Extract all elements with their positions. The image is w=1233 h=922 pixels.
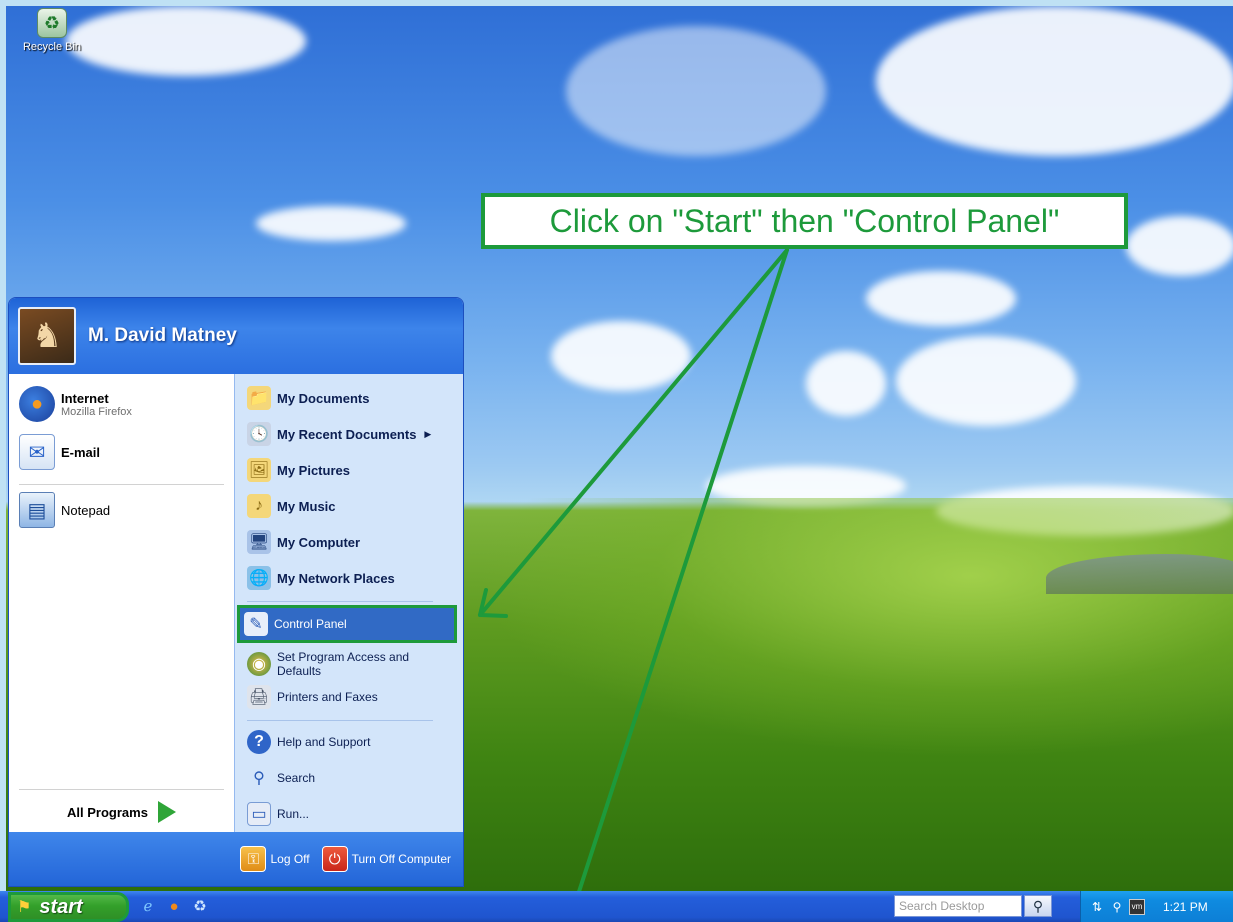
menu-item-notepad[interactable]: ▤ Notepad (19, 490, 110, 530)
recent-documents-icon: 🕓 (247, 422, 271, 446)
menu-item-internet[interactable]: ● Internet Mozilla Firefox (19, 384, 132, 424)
menu-item-my-documents[interactable]: 📁 My Documents (243, 382, 457, 414)
control-panel-icon: ✎ (244, 612, 268, 636)
menu-divider (247, 720, 433, 721)
start-menu: ♞ M. David Matney ● Internet Mozilla Fir… (8, 297, 464, 887)
folder-documents-icon: 📁 (247, 386, 271, 410)
cloud (256, 206, 406, 241)
cloud (896, 336, 1076, 426)
network-icon: 🌐 (247, 566, 271, 590)
menu-item-my-recent-documents-label: My Recent Documents (277, 426, 417, 442)
start-menu-left-pane: ● Internet Mozilla Firefox ✉ E-mail ▤ No… (9, 374, 234, 834)
windows-flag-icon: ⚑ (17, 899, 32, 916)
menu-item-search[interactable]: ⚲ Search (243, 762, 457, 794)
cloud (566, 26, 826, 156)
menu-divider (19, 484, 224, 485)
hill-highlight (476, 498, 1233, 758)
folder-music-icon: ♪ (247, 494, 271, 518)
power-icon: ⏻ (321, 846, 348, 872)
menu-item-set-program-access[interactable]: ◉ Set Program Access and Defaults (243, 646, 457, 682)
menu-item-my-computer[interactable]: 🖥 My Computer (243, 526, 457, 558)
menu-item-my-network-places[interactable]: 🌐 My Network Places (243, 562, 457, 594)
menu-item-help-and-support-label: Help and Support (277, 735, 371, 749)
menu-item-search-label: Search (277, 771, 316, 785)
menu-item-notepad-label: Notepad (61, 502, 111, 518)
log-off-button[interactable]: ⚿ Log Off (240, 846, 310, 872)
cloud (1126, 216, 1233, 276)
menu-item-printers-and-faxes[interactable]: 🖨 Printers and Faxes (243, 681, 457, 713)
user-name: M. David Matney (88, 325, 237, 346)
menu-item-my-pictures-label: My Pictures (277, 462, 350, 478)
cloud (551, 321, 691, 391)
instruction-text: Click on "Start" then "Control Panel" (549, 202, 1060, 239)
menu-item-my-recent-documents[interactable]: 🕓 My Recent Documents ▶ (243, 418, 457, 450)
menu-item-my-pictures[interactable]: 🖼 My Pictures (243, 454, 457, 486)
taskbar: ⚑ start ℯ ● ♻ Search Desktop ⚲ ⇅ ⚲ vm 1:… (0, 891, 1233, 922)
firefox-icon: ● (19, 386, 55, 422)
recycle-icon[interactable]: ♻ (190, 896, 210, 916)
run-icon: ▭ (247, 802, 271, 826)
instruction-callout: Click on "Start" then "Control Panel" (481, 193, 1128, 249)
recycle-bin-icon: ♻ (37, 8, 67, 38)
cloud (866, 271, 1016, 326)
menu-item-set-program-access-label: Set Program Access and Defaults (277, 650, 410, 678)
menu-item-internet-label: Internet (61, 390, 109, 406)
clock[interactable]: 1:21 PM (1163, 900, 1208, 914)
help-icon: ? (247, 730, 271, 754)
menu-item-internet-sublabel: Mozilla Firefox (61, 405, 132, 418)
menu-item-my-music[interactable]: ♪ My Music (243, 490, 457, 522)
menu-item-control-panel-label: Control Panel (274, 617, 347, 631)
cloud (876, 6, 1233, 156)
all-programs-button[interactable]: All Programs (9, 790, 234, 834)
submenu-arrow-icon: ▶ (424, 428, 432, 439)
menu-item-control-panel[interactable]: ✎ Control Panel (237, 605, 457, 643)
search-desktop-input[interactable]: Search Desktop (894, 895, 1022, 917)
key-icon: ⚿ (240, 846, 267, 872)
computer-icon: 🖥 (247, 530, 271, 554)
recycle-bin-label: Recycle Bin (22, 41, 82, 53)
menu-divider (247, 601, 433, 602)
start-menu-right-pane: 📁 My Documents 🕓 My Recent Documents ▶ 🖼… (234, 374, 463, 834)
turn-off-label: Turn Off Computer (351, 852, 451, 866)
search-desktop-placeholder: Search Desktop (899, 899, 985, 913)
menu-item-my-music-label: My Music (277, 498, 336, 514)
search-desktop-button[interactable]: ⚲ (1024, 895, 1052, 917)
user-avatar[interactable]: ♞ (18, 307, 76, 365)
email-icon: ✉ (19, 434, 55, 470)
network-tray-icon[interactable]: ⇅ (1089, 899, 1105, 915)
menu-item-my-network-places-label: My Network Places (277, 570, 395, 586)
search-icon: ⚲ (253, 770, 265, 787)
menu-item-printers-and-faxes-label: Printers and Faxes (277, 690, 378, 704)
menu-item-email-label: E-mail (61, 444, 101, 460)
start-menu-footer: ⚿ Log Off ⏻ Turn Off Computer (9, 832, 463, 886)
search-tray-icon[interactable]: ⚲ (1109, 899, 1125, 915)
turn-off-button[interactable]: ⏻ Turn Off Computer (321, 846, 451, 872)
start-button[interactable]: ⚑ start (8, 892, 129, 922)
vmware-tray-icon[interactable]: vm (1129, 898, 1145, 915)
log-off-label: Log Off (270, 852, 310, 866)
menu-item-help-and-support[interactable]: ? Help and Support (243, 726, 457, 758)
cloud (66, 6, 306, 76)
all-programs-label: All Programs (67, 804, 148, 820)
recycle-bin[interactable]: ♻ Recycle Bin (16, 8, 88, 53)
firefox-icon[interactable]: ● (164, 896, 184, 916)
printer-icon: 🖨 (247, 685, 271, 709)
start-menu-body: ● Internet Mozilla Firefox ✉ E-mail ▤ No… (9, 374, 463, 834)
internet-explorer-icon[interactable]: ℯ (138, 896, 158, 916)
menu-item-my-documents-label: My Documents (277, 390, 370, 406)
menu-item-run-label: Run... (277, 807, 310, 821)
menu-item-run[interactable]: ▭ Run... (243, 798, 457, 830)
menu-item-email[interactable]: ✉ E-mail (19, 432, 100, 472)
folder-pictures-icon: 🖼 (247, 458, 271, 482)
program-access-icon: ◉ (247, 652, 271, 676)
magnifier-icon: ⚲ (1032, 897, 1044, 914)
notepad-icon: ▤ (19, 492, 55, 528)
system-tray: ⇅ ⚲ vm 1:21 PM (1080, 891, 1233, 922)
quick-launch: ℯ ● ♻ (138, 896, 210, 916)
start-menu-header: ♞ M. David Matney (9, 298, 463, 374)
arrow-right-icon (157, 801, 176, 823)
menu-item-my-computer-label: My Computer (277, 534, 361, 550)
start-label: start (39, 895, 83, 918)
cloud (806, 351, 886, 416)
